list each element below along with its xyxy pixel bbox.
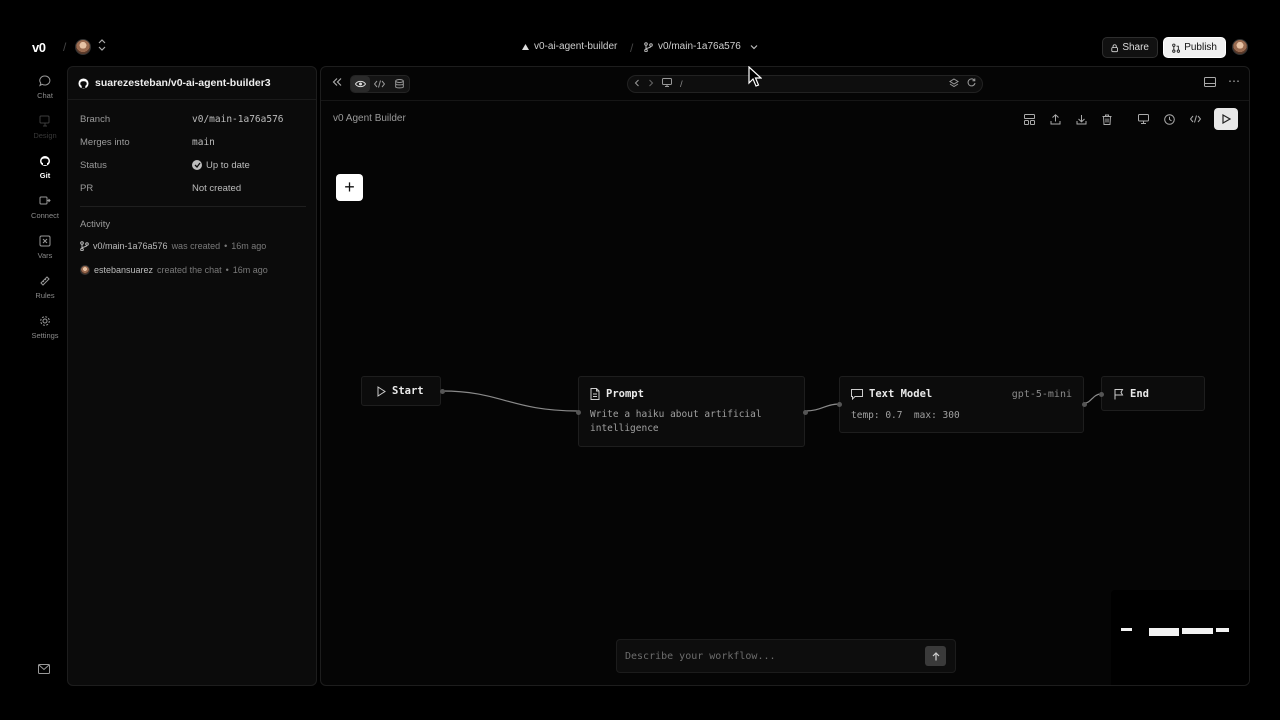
pr-row: PR Not created bbox=[80, 182, 242, 194]
merges-value: main bbox=[192, 136, 215, 148]
minimap-node bbox=[1149, 628, 1179, 636]
output-port[interactable] bbox=[1082, 402, 1087, 407]
github-icon bbox=[78, 77, 89, 89]
gear-icon bbox=[38, 314, 52, 328]
document-icon bbox=[590, 388, 600, 400]
chevron-down-icon bbox=[750, 44, 758, 49]
branch-breadcrumb[interactable]: v0/main-1a76a576 bbox=[644, 41, 758, 52]
pr-value: Not created bbox=[192, 182, 242, 194]
branch-value: v0/main-1a76a576 bbox=[192, 113, 284, 125]
input-port[interactable] bbox=[576, 410, 581, 415]
repo-header[interactable]: suarezesteban/v0-ai-agent-builder3 bbox=[68, 67, 316, 100]
project-breadcrumb[interactable]: v0-ai-agent-builder bbox=[522, 41, 617, 52]
text-model-node[interactable]: Text Model gpt-5-mini temp: 0.7 max: 300 bbox=[837, 376, 1087, 433]
minimap[interactable] bbox=[1111, 590, 1249, 685]
end-node[interactable]: End bbox=[1099, 376, 1205, 411]
branch-name: v0/main-1a76a576 bbox=[658, 41, 741, 52]
chevron-updown-icon[interactable] bbox=[98, 39, 106, 52]
left-rail: Chat Design Git Connect Vars Rules Setti… bbox=[24, 72, 66, 352]
rules-icon bbox=[38, 274, 52, 288]
repo-name: suarezesteban/v0-ai-agent-builder3 bbox=[95, 77, 271, 89]
share-button[interactable]: Share bbox=[1102, 37, 1158, 58]
workflow-canvas[interactable]: / ⋯ v0 Agent Builder + Start Prompt Writ… bbox=[320, 66, 1250, 686]
separator: / bbox=[630, 41, 634, 55]
merges-row: Merges into main bbox=[80, 136, 215, 148]
start-node[interactable]: Start bbox=[361, 376, 445, 406]
git-pull-request-icon bbox=[1172, 43, 1181, 53]
activity-item: v0/main-1a76a576 was created • 16m ago bbox=[80, 241, 266, 251]
input-port[interactable] bbox=[837, 402, 842, 407]
minimap-node bbox=[1121, 628, 1132, 631]
v0-logo[interactable]: v0 bbox=[32, 40, 46, 55]
input-port[interactable] bbox=[1099, 392, 1104, 397]
rail-item-design[interactable]: Design bbox=[24, 112, 66, 152]
prompt-node[interactable]: Prompt Write a haiku about artificial in… bbox=[576, 376, 808, 447]
separator: / bbox=[63, 40, 67, 54]
chat-bubble-icon bbox=[38, 74, 52, 88]
git-branch-icon bbox=[80, 241, 89, 251]
describe-workflow-input[interactable]: Describe your workflow... bbox=[625, 651, 776, 662]
describe-workflow-box[interactable]: Describe your workflow... bbox=[616, 639, 956, 673]
minimap-node bbox=[1216, 628, 1229, 632]
connect-icon bbox=[38, 194, 52, 208]
divider bbox=[80, 206, 306, 207]
output-port[interactable] bbox=[440, 389, 445, 394]
mail-icon[interactable] bbox=[38, 664, 52, 676]
model-params: temp: 0.7 max: 300 bbox=[851, 410, 960, 421]
publish-button[interactable]: Publish bbox=[1163, 37, 1226, 58]
send-button[interactable] bbox=[925, 646, 946, 666]
avatar bbox=[80, 265, 90, 275]
check-circle-icon bbox=[192, 160, 202, 170]
minimap-node bbox=[1182, 628, 1213, 634]
variables-icon bbox=[38, 234, 52, 248]
flag-icon bbox=[1114, 388, 1124, 399]
rail-item-chat[interactable]: Chat bbox=[24, 72, 66, 112]
output-port[interactable] bbox=[803, 410, 808, 415]
prompt-text: Write a haiku about artificial intellige… bbox=[590, 409, 762, 434]
avatar[interactable] bbox=[75, 39, 91, 55]
arrow-up-icon bbox=[932, 651, 939, 660]
rail-item-rules[interactable]: Rules bbox=[24, 272, 66, 312]
status-row: Status Up to date bbox=[80, 159, 250, 171]
git-panel: suarezesteban/v0-ai-agent-builder3 Branc… bbox=[67, 66, 317, 686]
vercel-triangle-icon bbox=[522, 43, 529, 50]
model-name: gpt-5-mini bbox=[1011, 389, 1072, 400]
top-bar: v0 / v0-ai-agent-builder / v0/main-1a76a… bbox=[0, 30, 1280, 64]
activity-item: estebansuarez created the chat • 16m ago bbox=[80, 265, 268, 275]
activity-title: Activity bbox=[80, 219, 111, 230]
rail-item-git[interactable]: Git bbox=[24, 152, 66, 192]
branch-row: Branch v0/main-1a76a576 bbox=[80, 113, 284, 125]
play-icon bbox=[377, 385, 386, 397]
user-avatar[interactable] bbox=[1232, 39, 1248, 55]
rail-item-connect[interactable]: Connect bbox=[24, 192, 66, 232]
project-name: v0-ai-agent-builder bbox=[534, 41, 618, 52]
github-icon bbox=[38, 154, 52, 168]
git-branch-icon bbox=[644, 41, 653, 52]
rail-item-settings[interactable]: Settings bbox=[24, 312, 66, 352]
mouse-cursor-icon bbox=[748, 66, 762, 87]
design-icon bbox=[38, 114, 52, 128]
lock-icon bbox=[1111, 43, 1118, 52]
message-square-icon bbox=[851, 388, 863, 400]
status-value: Up to date bbox=[206, 159, 250, 171]
rail-item-vars[interactable]: Vars bbox=[24, 232, 66, 272]
